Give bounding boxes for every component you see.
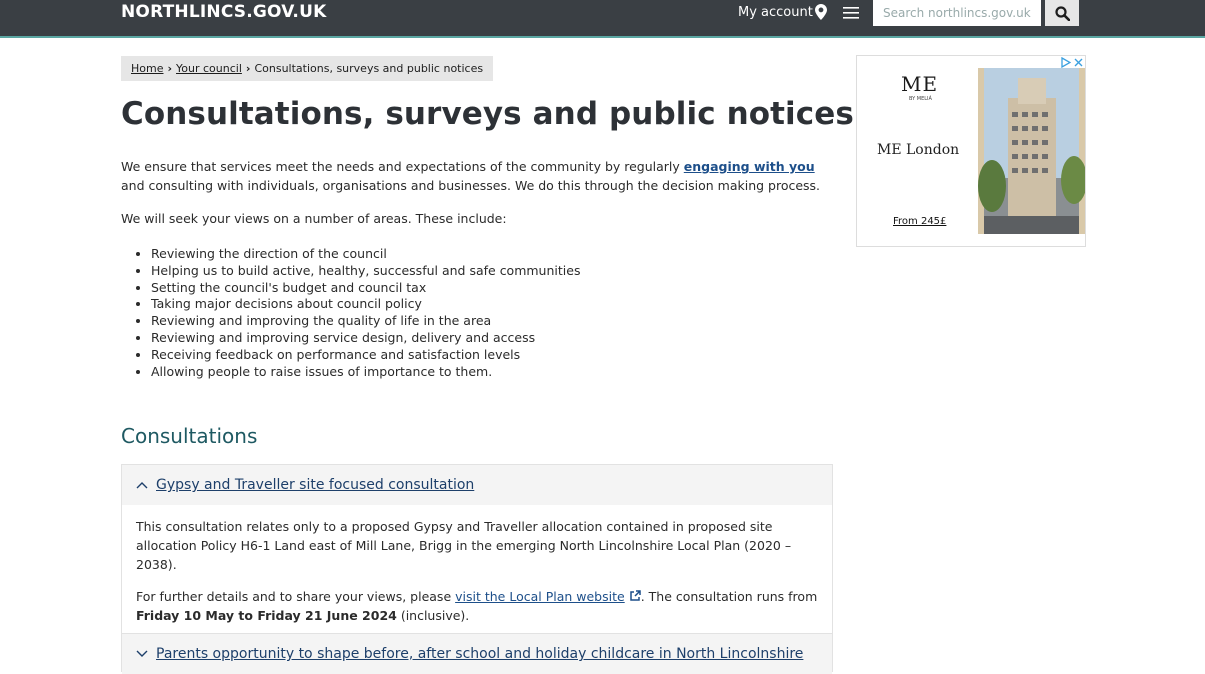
location-pin-icon[interactable] [815,4,827,24]
external-link-icon [629,590,641,601]
intro-text: and consulting with individuals, organis… [121,178,821,193]
list-item: Helping us to build active, healthy, suc… [151,263,580,280]
accordion-header[interactable]: Parents opportunity to shape before, aft… [122,634,832,674]
search-button[interactable] [1045,0,1079,26]
accordion-body: This consultation relates only to a prop… [122,505,832,625]
areas-intro: We will seek your views on a number of a… [121,211,507,226]
accordion-header[interactable]: Gypsy and Traveller site focused consult… [122,465,832,505]
ad-brand-logo: ME [901,72,939,96]
paragraph-text: . The consultation runs from [640,589,818,604]
list-item: Setting the council's budget and council… [151,280,580,297]
site-header: NORTHLINCS.GOV.UK My account [0,0,1205,38]
advertisement[interactable]: ME BY MELIÁ ME London From 245£ [856,55,1086,247]
engaging-with-you-link[interactable]: engaging with you [684,159,815,174]
paragraph-text: For further details and to share your vi… [136,589,456,604]
accordion-gypsy-traveller: Gypsy and Traveller site focused consult… [121,464,833,634]
ad-text-panel: ME BY MELIÁ ME London From 245£ [857,56,977,246]
ad-price-link[interactable]: From 245£ [893,216,946,227]
list-item: Reviewing and improving the quality of l… [151,313,580,330]
breadcrumb-current: Consultations, surveys and public notice… [254,62,484,75]
breadcrumb-your-council[interactable]: Your council [176,62,242,75]
close-icon[interactable] [1073,57,1084,68]
ad-brand-sub: BY MELIÁ [909,96,932,102]
search-input[interactable] [873,0,1041,26]
page-title: Consultations, surveys and public notice… [121,96,854,132]
breadcrumb-chevron-icon: › [167,62,173,75]
list-item: Allowing people to raise issues of impor… [151,364,580,381]
paragraph-text: (inclusive). [396,608,470,623]
list-item: Reviewing and improving service design, … [151,330,580,347]
consultations-heading: Consultations [121,424,258,448]
list-item: Reviewing the direction of the council [151,246,580,263]
intro-text: We ensure that services meet the needs a… [121,159,684,174]
ad-hotel-name: ME London [877,142,960,158]
chevron-up-icon [136,482,148,489]
ad-choices-badge[interactable] [1060,57,1084,68]
breadcrumb-home[interactable]: Home [131,62,163,75]
my-account-link[interactable]: My account [738,5,813,20]
list-item: Receiving feedback on performance and sa… [151,347,580,364]
search-icon [1054,5,1070,21]
menu-icon[interactable] [843,5,859,24]
breadcrumb-chevron-icon: › [245,62,251,75]
ad-hotel-image [978,68,1085,234]
accordion-title: Parents opportunity to shape before, aft… [156,646,804,662]
breadcrumb: Home › Your council › Consultations, sur… [121,56,494,81]
site-logo[interactable]: NORTHLINCS.GOV.UK [121,2,326,22]
intro-paragraph: We ensure that services meet the needs a… [121,157,836,195]
list-item: Taking major decisions about council pol… [151,296,580,313]
chevron-down-icon [136,650,148,657]
accordion-paragraph: For further details and to share your vi… [136,587,818,625]
areas-list: Reviewing the direction of the council H… [121,246,580,380]
accordion-paragraph: This consultation relates only to a prop… [136,519,792,572]
local-plan-link[interactable]: visit the Local Plan website [455,589,625,604]
accordion-title: Gypsy and Traveller site focused consult… [156,477,475,493]
accordion-childcare: Parents opportunity to shape before, aft… [121,633,833,674]
ad-choices-icon [1061,57,1071,68]
consultation-dates: Friday 10 May to Friday 21 June 2024 [136,608,397,623]
